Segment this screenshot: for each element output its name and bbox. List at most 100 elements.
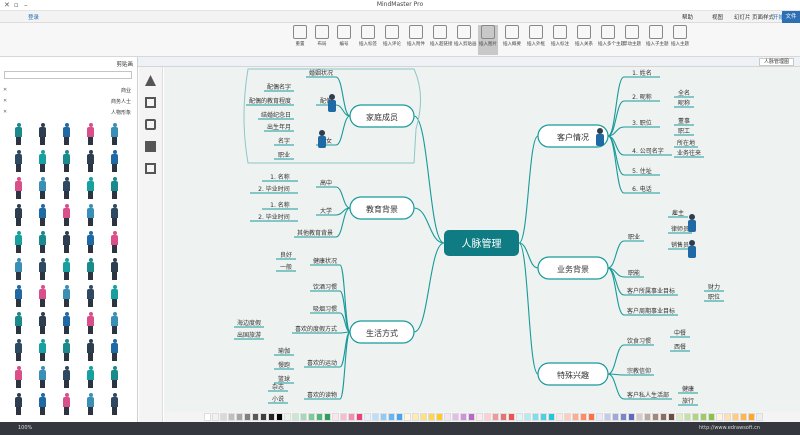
color-swatch[interactable]: [740, 413, 747, 421]
color-swatch[interactable]: [468, 413, 475, 421]
clipart-person[interactable]: [86, 366, 95, 388]
color-swatch[interactable]: [252, 413, 259, 421]
color-swatch[interactable]: [748, 413, 755, 421]
clipart-person[interactable]: [86, 177, 95, 199]
mindmap-canvas[interactable]: 人脉管理 客户情况 业务背景 特殊兴趣 1. 姓名 2. 昵称 3. 职位 4. 公司名字 5.…: [164, 67, 800, 412]
insert-clipart-button[interactable]: 插入剪贴画: [454, 25, 477, 55]
close-icon[interactable]: ✕: [4, 1, 10, 9]
color-swatch[interactable]: [716, 413, 723, 421]
clipart-person[interactable]: [14, 231, 23, 253]
color-swatch[interactable]: [324, 413, 331, 421]
clipart-person[interactable]: [62, 177, 71, 199]
clipart-person[interactable]: [86, 204, 95, 226]
color-swatch[interactable]: [644, 413, 651, 421]
color-swatch[interactable]: [404, 413, 411, 421]
calendar-icon[interactable]: [145, 163, 156, 174]
color-swatch[interactable]: [244, 413, 251, 421]
page-icon[interactable]: [145, 97, 156, 108]
color-swatch[interactable]: [228, 413, 235, 421]
color-swatch[interactable]: [628, 413, 635, 421]
tab-view[interactable]: 视图: [712, 13, 723, 21]
color-swatch[interactable]: [444, 413, 451, 421]
close-icon[interactable]: ✕: [3, 109, 7, 115]
clipart-person[interactable]: [38, 150, 47, 172]
color-swatch[interactable]: [572, 413, 579, 421]
clipart-person[interactable]: [14, 312, 23, 334]
clipart-person[interactable]: [110, 285, 119, 307]
clipart-person[interactable]: [38, 285, 47, 307]
color-swatch[interactable]: [492, 413, 499, 421]
clipart-person[interactable]: [14, 258, 23, 280]
clipart-person[interactable]: [110, 123, 119, 145]
clipart-person[interactable]: [110, 312, 119, 334]
color-swatch[interactable]: [236, 413, 243, 421]
color-swatch[interactable]: [484, 413, 491, 421]
library-dropdown[interactable]: [4, 71, 132, 79]
insert-comment-button[interactable]: 插入评论: [382, 25, 402, 55]
color-swatch[interactable]: [460, 413, 467, 421]
clipart-person[interactable]: [86, 150, 95, 172]
color-swatch[interactable]: [588, 413, 595, 421]
color-swatch[interactable]: [540, 413, 547, 421]
color-swatch[interactable]: [300, 413, 307, 421]
color-swatch[interactable]: [724, 413, 731, 421]
color-palette[interactable]: [164, 412, 800, 422]
clipart-person[interactable]: [14, 393, 23, 415]
clipart-person[interactable]: [14, 123, 23, 145]
color-swatch[interactable]: [204, 413, 211, 421]
color-swatch[interactable]: [260, 413, 267, 421]
color-swatch[interactable]: [356, 413, 363, 421]
clipart-person[interactable]: [14, 366, 23, 388]
clipart-person[interactable]: [62, 258, 71, 280]
color-swatch[interactable]: [556, 413, 563, 421]
color-swatch[interactable]: [708, 413, 715, 421]
color-swatch[interactable]: [268, 413, 275, 421]
clipart-person[interactable]: [38, 366, 47, 388]
clipart-person[interactable]: [110, 339, 119, 361]
color-swatch[interactable]: [388, 413, 395, 421]
insert-summary-button[interactable]: 插入概要: [502, 25, 522, 55]
color-swatch[interactable]: [364, 413, 371, 421]
clipart-person[interactable]: [14, 204, 23, 226]
clipart-person[interactable]: [38, 177, 47, 199]
clipart-person[interactable]: [38, 339, 47, 361]
clipart-person[interactable]: [62, 231, 71, 253]
color-swatch[interactable]: [660, 413, 667, 421]
clipart-person[interactable]: [14, 177, 23, 199]
clipart-person[interactable]: [38, 204, 47, 226]
tab-page-style[interactable]: 页面样式: [752, 13, 774, 21]
insert-boundary-button[interactable]: 插入外框: [526, 25, 546, 55]
color-swatch[interactable]: [732, 413, 739, 421]
clipart-person[interactable]: [110, 204, 119, 226]
color-swatch[interactable]: [220, 413, 227, 421]
color-swatch[interactable]: [516, 413, 523, 421]
minimize-icon[interactable]: –: [24, 1, 28, 9]
color-swatch[interactable]: [508, 413, 515, 421]
color-swatch[interactable]: [636, 413, 643, 421]
clipart-person[interactable]: [110, 177, 119, 199]
clipart-person[interactable]: [110, 366, 119, 388]
color-swatch[interactable]: [212, 413, 219, 421]
color-swatch[interactable]: [604, 413, 611, 421]
clipart-person[interactable]: [110, 150, 119, 172]
document-tab[interactable]: 人脉管理图: [758, 58, 794, 66]
insert-multiple-topics-button[interactable]: 插入多个主题: [598, 25, 625, 55]
tab-slides[interactable]: 幻灯片: [734, 13, 751, 21]
color-swatch[interactable]: [580, 413, 587, 421]
insert-hyperlink-button[interactable]: 插入超链接: [430, 25, 453, 55]
color-swatch[interactable]: [564, 413, 571, 421]
color-swatch[interactable]: [676, 413, 683, 421]
insert-relationship-button[interactable]: 插入关系: [574, 25, 594, 55]
insert-tag-button[interactable]: 插入标签: [358, 25, 378, 55]
color-swatch[interactable]: [396, 413, 403, 421]
clipart-person[interactable]: [110, 258, 119, 280]
color-swatch[interactable]: [476, 413, 483, 421]
category-characters[interactable]: ✕ 人物形象: [3, 109, 133, 116]
tab-help[interactable]: 帮助: [682, 13, 693, 21]
color-swatch[interactable]: [348, 413, 355, 421]
clipart-person[interactable]: [86, 312, 95, 334]
reset-button[interactable]: 重置: [290, 25, 310, 55]
clipart-person[interactable]: [38, 231, 47, 253]
clipart-person[interactable]: [86, 285, 95, 307]
color-swatch[interactable]: [308, 413, 315, 421]
